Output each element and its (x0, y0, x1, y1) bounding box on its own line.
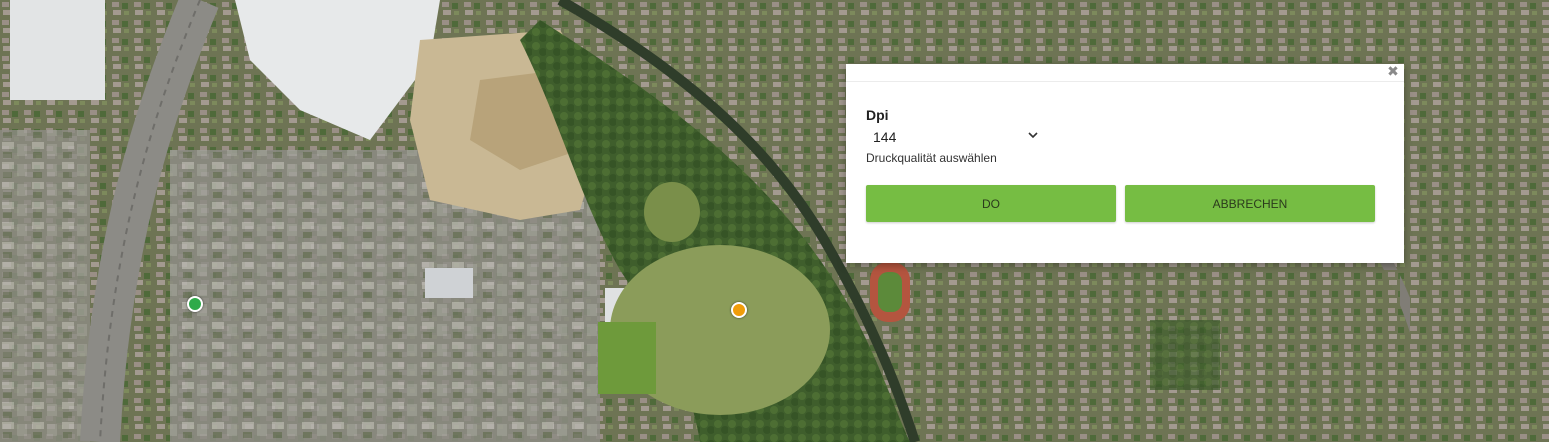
dpi-hint: Druckqualität auswählen (866, 151, 997, 165)
dialog-header: ✖ (846, 64, 1404, 82)
dpi-select-value: 144 (873, 129, 897, 145)
close-icon[interactable]: ✖ (1386, 65, 1400, 79)
dpi-label: Dpi (866, 107, 889, 123)
map-marker-orange[interactable] (731, 302, 747, 318)
print-dialog: ✖ Dpi 144 Druckqualität auswählen DO ABB… (846, 64, 1404, 263)
dpi-select[interactable]: 144 (866, 126, 1041, 148)
dialog-body: Dpi 144 Druckqualität auswählen DO ABBRE… (846, 82, 1404, 222)
map-marker-green[interactable] (187, 296, 203, 312)
dialog-buttons: DO ABBRECHEN (866, 185, 1384, 222)
chevron-down-icon (1028, 132, 1038, 139)
cancel-button[interactable]: ABBRECHEN (1125, 185, 1375, 222)
ok-button[interactable]: DO (866, 185, 1116, 222)
